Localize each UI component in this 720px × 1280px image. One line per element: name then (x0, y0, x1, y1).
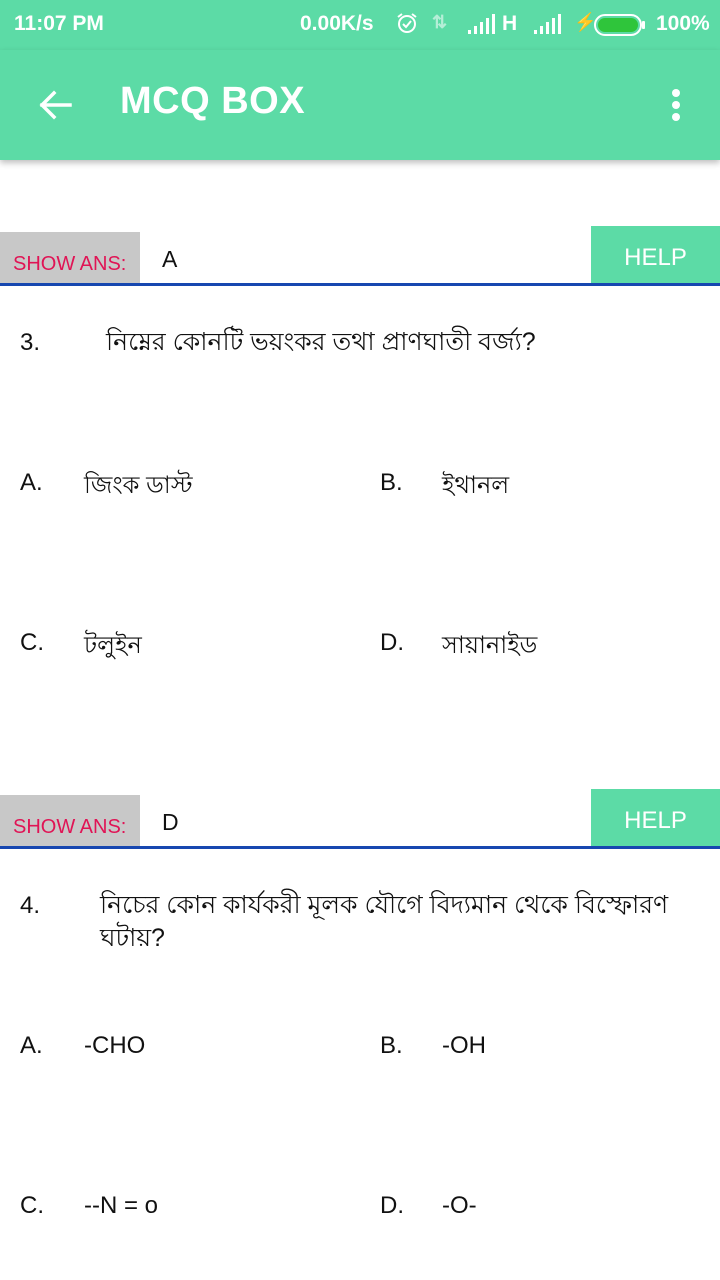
data-arrows-icon: ⇅ (432, 12, 448, 32)
option-text[interactable]: জিংক ডাস্ট (84, 467, 193, 507)
status-battery-percent: 100% (656, 12, 710, 35)
option-text[interactable]: টলুইন (84, 627, 142, 667)
app-bar: MCQ BOX (0, 50, 720, 160)
option-label: C. (20, 629, 44, 656)
status-network-type: H (502, 12, 518, 35)
answer-row: SHOW ANS: HELP (0, 789, 720, 849)
question-card: SHOW ANS: HELP 4. নিচের কোন কার্যকরী মূল… (0, 789, 720, 1280)
option-label: B. (380, 1032, 403, 1059)
question-number: 4. (20, 892, 41, 919)
help-button[interactable]: HELP (591, 789, 720, 846)
question-text: নিম্নের কোনটি ভয়ংকর তথা প্রাণঘাতী বর্জ্… (106, 328, 536, 356)
more-vert-icon[interactable] (660, 80, 692, 130)
status-time: 11:07 PM (14, 12, 104, 35)
show-answer-button[interactable]: SHOW ANS: (0, 232, 140, 283)
status-net-speed: 0.00K/s (300, 12, 374, 35)
option-label: A. (20, 469, 43, 496)
option-label: D. (380, 1192, 404, 1219)
answer-field[interactable] (160, 226, 580, 280)
option-text[interactable]: -OH (442, 1032, 486, 1060)
question-text: নিচের কোন কার্যকরী মূলক যৌগে বিদ্যমান থে… (100, 891, 669, 952)
status-bar: 11:07 PM 0.00K/s ⇅ H ⚡ 100% (0, 0, 720, 50)
question-number: 3. (20, 329, 41, 356)
option-text[interactable]: ইথানল (442, 467, 509, 507)
alarm-icon (397, 13, 417, 33)
signal-icon (468, 14, 495, 34)
show-answer-button[interactable]: SHOW ANS: (0, 795, 140, 846)
option-label: B. (380, 469, 403, 496)
battery-icon (594, 14, 645, 36)
option-label: C. (20, 1192, 44, 1219)
option-label: A. (20, 1032, 43, 1059)
option-label: D. (380, 629, 404, 656)
option-text[interactable]: --N = o (84, 1192, 158, 1220)
answer-row: SHOW ANS: HELP (0, 226, 720, 286)
back-arrow-icon[interactable] (30, 80, 80, 130)
option-text[interactable]: সায়ানাইড (442, 627, 537, 667)
option-text[interactable]: -CHO (84, 1032, 145, 1060)
app-title: MCQ BOX (120, 80, 306, 122)
signal-icon (534, 14, 561, 34)
help-button[interactable]: HELP (591, 226, 720, 283)
answer-field[interactable] (160, 789, 580, 843)
option-text[interactable]: -O- (442, 1192, 477, 1220)
question-card: SHOW ANS: HELP 3. নিম্নের কোনটি ভয়ংকর ত… (0, 226, 720, 786)
